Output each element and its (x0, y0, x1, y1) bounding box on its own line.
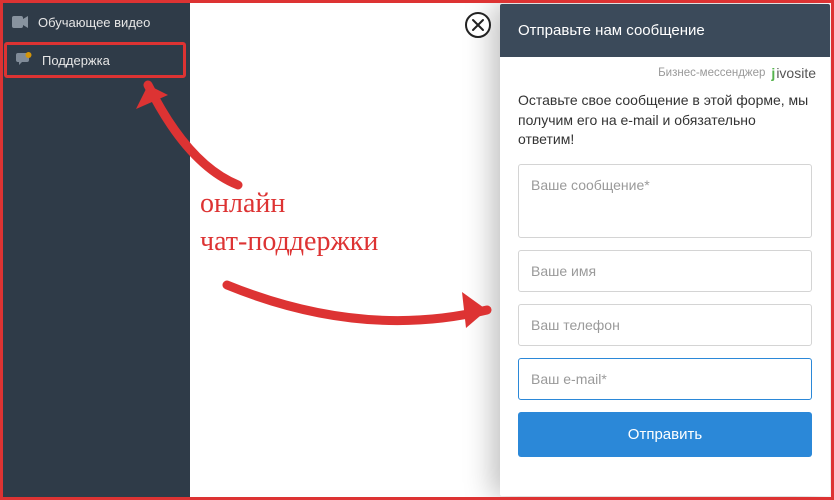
sidebar-item-label: Обучающее видео (38, 15, 150, 30)
close-button[interactable] (465, 12, 491, 38)
chat-icon (16, 52, 32, 68)
chat-description: Оставьте свое сообщение в этой форме, мы… (518, 91, 812, 150)
chat-body: Оставьте свое сообщение в этой форме, мы… (500, 85, 830, 496)
chat-powered-by[interactable]: Бизнес-мессенджер jivosite (500, 57, 830, 85)
chat-header-title: Отправьте нам сообщение (518, 22, 705, 39)
sidebar: Обучающее видео Поддержка (0, 0, 190, 500)
chat-panel: Отправьте нам сообщение Бизнес-мессендже… (500, 4, 830, 496)
chat-header: Отправьте нам сообщение (500, 4, 830, 57)
annotation-text: онлайн чат-поддержки (200, 185, 378, 261)
sidebar-item-tutorial-video[interactable]: Обучающее видео (0, 4, 190, 40)
name-input[interactable] (518, 250, 812, 292)
sidebar-item-label: Поддержка (42, 53, 110, 68)
phone-input[interactable] (518, 304, 812, 346)
email-input[interactable] (518, 358, 812, 400)
powered-by-text: Бизнес-мессенджер (658, 67, 765, 79)
video-icon (12, 14, 28, 30)
message-input[interactable] (518, 164, 812, 238)
sidebar-item-support[interactable]: Поддержка (4, 42, 186, 78)
send-button[interactable]: Отправить (518, 412, 812, 457)
jivosite-logo: jivosite (771, 65, 816, 81)
close-icon (471, 18, 485, 32)
main-area: онлайн чат-поддержки Отправьте нам сообщ… (190, 0, 834, 500)
annotation-arrow-right (222, 270, 502, 340)
